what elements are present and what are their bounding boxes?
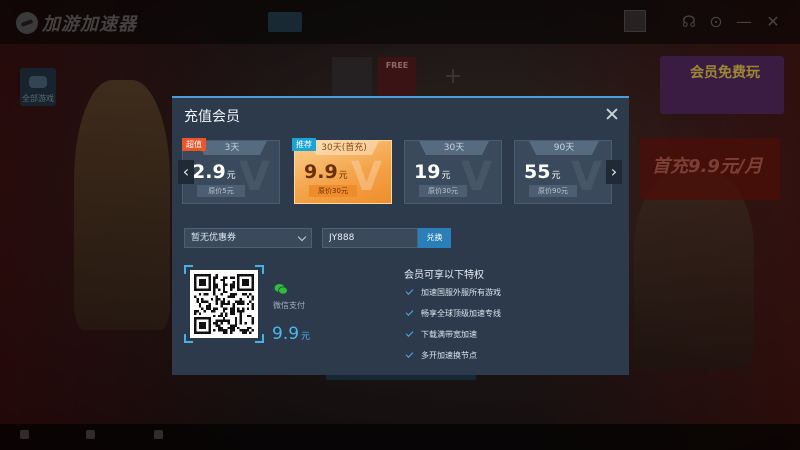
payment-method-label: 微信支付 (273, 301, 305, 310)
payment-amount: 9.9 元 (272, 324, 311, 344)
modal-title: 充值会员 (184, 109, 240, 125)
plans-prev-arrow-icon[interactable]: ‹ (178, 160, 194, 184)
chevron-down-icon (297, 232, 307, 242)
plan-price: 2.9元 (192, 161, 236, 183)
plan-price: 9.9元 (304, 161, 348, 183)
plan-duration: 30天(首充) (309, 141, 379, 155)
plan-original-price: 原价30元 (419, 185, 467, 197)
plan-tag-recommended: 推荐 (292, 138, 316, 151)
plan-duration: 3天 (197, 141, 267, 155)
check-icon (405, 329, 414, 337)
coupon-select[interactable]: 暂无优惠券 (184, 228, 312, 248)
plan-tag-best-value: 超值 (182, 138, 206, 151)
modal-close-icon[interactable] (605, 107, 619, 121)
benefit-item: 下载满带宽加速 (405, 329, 477, 340)
qr-code-frame (184, 265, 264, 343)
check-icon (405, 287, 414, 295)
benefit-item: 多开加速换节点 (405, 350, 477, 361)
plan-card-30-days[interactable]: 30天 V 19元 原价30元 (404, 140, 502, 204)
plan-price: 55元 (524, 161, 561, 183)
plan-duration: 30天 (419, 141, 489, 155)
plan-price: 19元 (414, 161, 451, 183)
check-icon (405, 350, 414, 358)
plan-card-90-days[interactable]: 90天 V 55元 原价90元 (514, 140, 612, 204)
plans-next-arrow-icon[interactable]: › (606, 160, 622, 184)
recharge-modal: 充值会员 超值 3天 V 2.9元 原价5元 推荐 30天(首充) V 9.9元… (172, 96, 629, 375)
benefit-item: 加速国服外服所有游戏 (405, 287, 501, 298)
check-icon (405, 308, 414, 316)
qr-code-pattern (194, 274, 254, 334)
redeem-button[interactable]: 兑换 (418, 228, 451, 248)
coupon-select-value: 暂无优惠券 (191, 233, 237, 243)
benefit-item: 畅享全球顶级加速专线 (405, 308, 501, 319)
wechat-icon (274, 284, 288, 295)
plan-duration: 90天 (529, 141, 599, 155)
redeem-code-input[interactable] (322, 228, 418, 248)
plan-original-price: 原价90元 (529, 185, 577, 197)
plan-original-price: 原价30元 (309, 185, 357, 197)
payment-qr-code (190, 270, 258, 338)
plan-original-price: 原价5元 (197, 185, 245, 197)
benefits-title: 会员可享以下特权 (404, 270, 484, 281)
